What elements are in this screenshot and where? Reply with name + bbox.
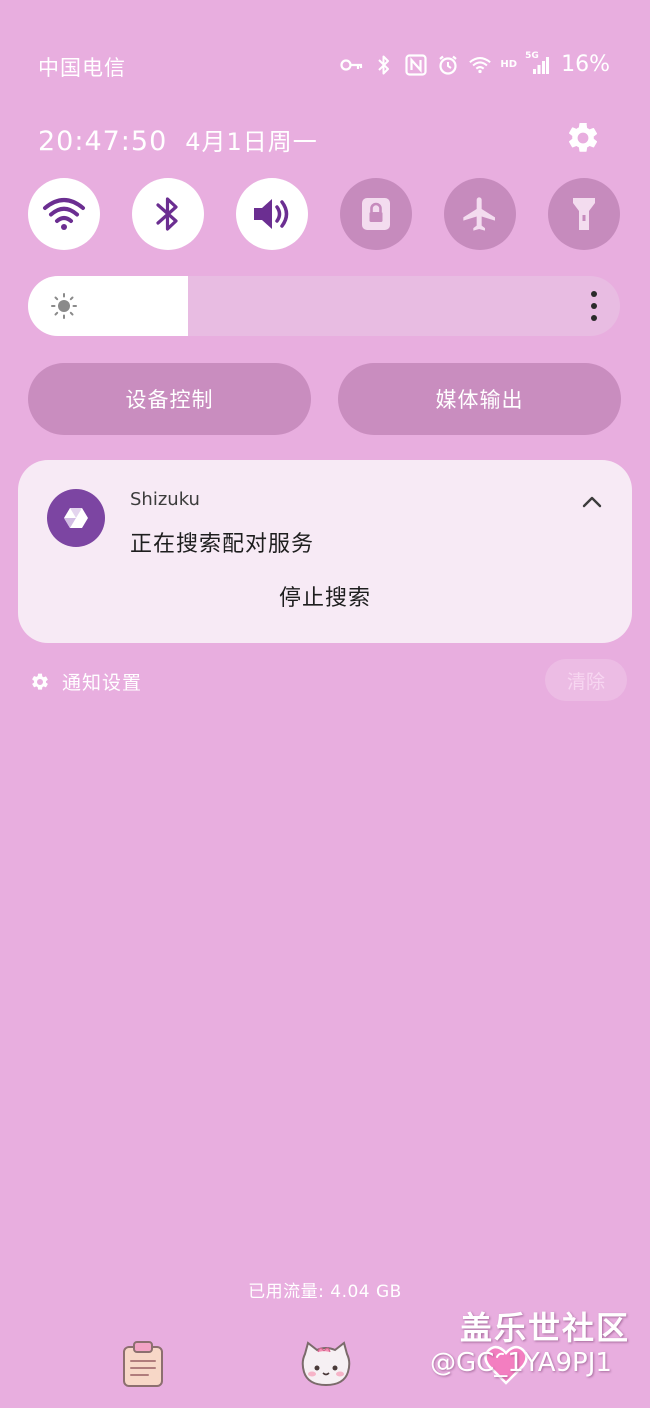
sun-icon	[51, 293, 77, 319]
notification-title: 正在搜索配对服务	[130, 532, 315, 557]
hd-label: HD	[500, 59, 518, 70]
airplane-icon	[463, 197, 495, 231]
datetime-row: 20:47:50 4月1日周一	[38, 122, 318, 157]
watermark-user-id: @GC_1YA9PJ1	[430, 1348, 612, 1378]
network-type-label: 5G	[525, 50, 539, 61]
more-options-icon[interactable]	[590, 290, 598, 322]
cat-face-icon[interactable]	[300, 1340, 352, 1388]
notification-settings-label: 通知设置	[62, 672, 143, 694]
clock-date: 4月1日周一	[185, 128, 318, 156]
status-icons: HD 5G 16%	[340, 50, 610, 77]
brightness-slider[interactable]	[28, 276, 620, 336]
clock-time: 20:47:50	[38, 126, 168, 157]
signal-icon: 5G	[525, 50, 550, 77]
flashlight-toggle[interactable]	[548, 178, 620, 250]
shizuku-app-icon	[47, 489, 105, 547]
flashlight-icon	[573, 198, 595, 230]
notification-card[interactable]: Shizuku 正在搜索配对服务 停止搜索	[18, 460, 632, 643]
bluetooth-icon	[156, 197, 178, 231]
bluetooth-toggle[interactable]	[132, 178, 204, 250]
stop-search-button[interactable]: 停止搜索	[18, 580, 632, 612]
wifi-icon	[468, 53, 492, 77]
clear-button[interactable]: 清除	[545, 659, 627, 701]
sound-toggle[interactable]	[236, 178, 308, 250]
alarm-icon	[436, 53, 460, 77]
wifi-toggle[interactable]	[28, 178, 100, 250]
lock-icon	[362, 198, 390, 230]
chevron-up-icon[interactable]	[580, 490, 604, 514]
settings-gear-icon[interactable]	[565, 120, 601, 156]
rotation-lock-toggle[interactable]	[340, 178, 412, 250]
key-icon	[340, 53, 364, 77]
notification-settings-link[interactable]: 通知设置	[30, 668, 142, 695]
watermark-title: 盖乐世社区	[460, 1309, 631, 1347]
wifi-icon	[43, 198, 85, 230]
speaker-icon	[254, 199, 289, 229]
device-control-button[interactable]: 设备控制	[28, 363, 311, 435]
carrier-label: 中国电信	[38, 56, 126, 80]
gear-icon	[32, 673, 48, 690]
media-output-button[interactable]: 媒体输出	[338, 363, 621, 435]
quick-toggles	[28, 178, 620, 252]
bluetooth-icon	[372, 53, 396, 77]
data-usage-label: 已用流量: 4.04 GB	[248, 1282, 402, 1302]
airplane-mode-toggle[interactable]	[444, 178, 516, 250]
nfc-icon	[404, 53, 428, 77]
notification-app-name: Shizuku	[130, 489, 200, 510]
clipboard-icon[interactable]	[120, 1340, 166, 1388]
battery-percentage: 16%	[561, 52, 610, 77]
